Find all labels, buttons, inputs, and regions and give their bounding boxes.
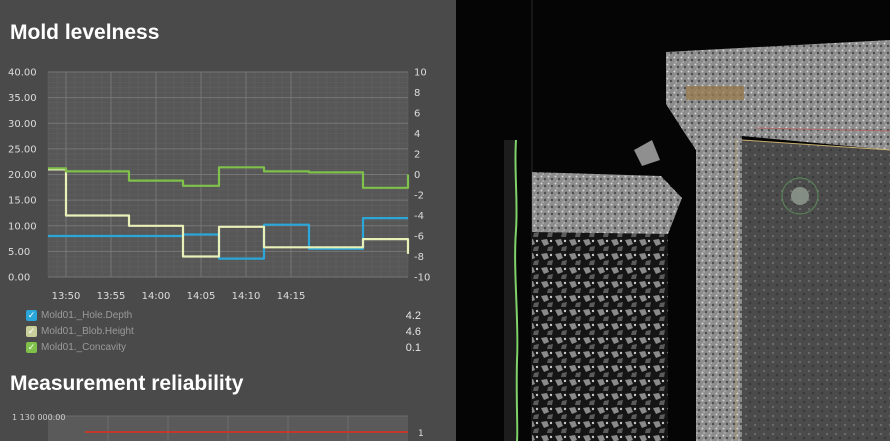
legend-value: 0.1: [405, 342, 421, 354]
y-left-tick-label: 35.00: [8, 93, 37, 104]
y-right-tick-label: 6: [414, 109, 420, 120]
y-left-tick-label: 30.00: [8, 119, 37, 130]
x-tick-label: 14:10: [232, 291, 261, 302]
legend-label: Mold01._Concavity: [41, 342, 127, 353]
x-tick-label: 13:55: [97, 291, 126, 302]
x-tick-label: 13:50: [52, 291, 81, 302]
measurement-reliability-chart: 1 130 000.00 1: [12, 413, 424, 441]
legend-label: Mold01._Hole.Depth: [41, 310, 133, 321]
legend-value: 4.2: [405, 310, 421, 322]
y-right-tick-label: -6: [414, 232, 424, 243]
legend-label: Mold01._Blob.Height: [41, 326, 134, 337]
y-right-tick-label: 0: [414, 170, 420, 181]
measurement-reliability-title: Measurement reliability: [10, 372, 244, 395]
y-right-tick-label: -8: [414, 252, 424, 263]
y-left-tick-label: 40.00: [8, 68, 37, 79]
dashboard-panel: Mold levelness 40.00 35.00 30.00 25.00 20.00…: [0, 0, 456, 441]
y-left-tick-label: 20.00: [8, 170, 37, 181]
legend-value: 4.6: [405, 326, 421, 338]
legend-item-blob-height[interactable]: ✓ Mold01._Blob.Height 4.6: [26, 324, 421, 340]
y-right-tick-label: 8: [414, 88, 420, 99]
y-left-tick-label: 25.00: [8, 144, 37, 155]
y-right-tick-label: -4: [414, 211, 424, 222]
y-left-tick-label: 5.00: [8, 247, 30, 258]
checkbox-checked-icon[interactable]: ✓: [26, 326, 37, 337]
chart-legend: ✓ Mold01._Hole.Depth 4.2 ✓ Mold01._Blob.…: [26, 308, 421, 356]
checkbox-checked-icon[interactable]: ✓: [26, 342, 37, 353]
y-left-tick-label: 15.00: [8, 196, 37, 207]
x-tick-label: 14:00: [142, 291, 171, 302]
y-right-tick-label: 2: [414, 150, 420, 161]
y-right-tick-label: 10: [414, 68, 427, 79]
legend-item-concavity[interactable]: ✓ Mold01._Concavity 0.1: [26, 340, 421, 356]
y-left-tick-label: 0.00: [8, 273, 30, 284]
y-right-tick-label: 4: [414, 129, 420, 140]
x-tick-label: 14:15: [277, 291, 306, 302]
y-right-tick-label: -10: [414, 273, 430, 284]
checkbox-checked-icon[interactable]: ✓: [26, 310, 37, 321]
y-left-tick-label: 10.00: [8, 221, 37, 232]
y-right-tick-label: -2: [414, 191, 424, 202]
legend-item-hole-depth[interactable]: ✓ Mold01._Hole.Depth 4.2: [26, 308, 421, 324]
x-tick-label: 14:05: [187, 291, 216, 302]
reliability-y-label-left: 1 130 000.00: [12, 413, 65, 422]
3d-scan-viewer[interactable]: [456, 0, 890, 441]
scan-point-cloud-image: [504, 0, 890, 441]
mold-levelness-chart: 40.0035.0030.0025.0020.0015.0010.005.000…: [8, 68, 430, 303]
reliability-y-label-right: 1: [418, 429, 424, 439]
